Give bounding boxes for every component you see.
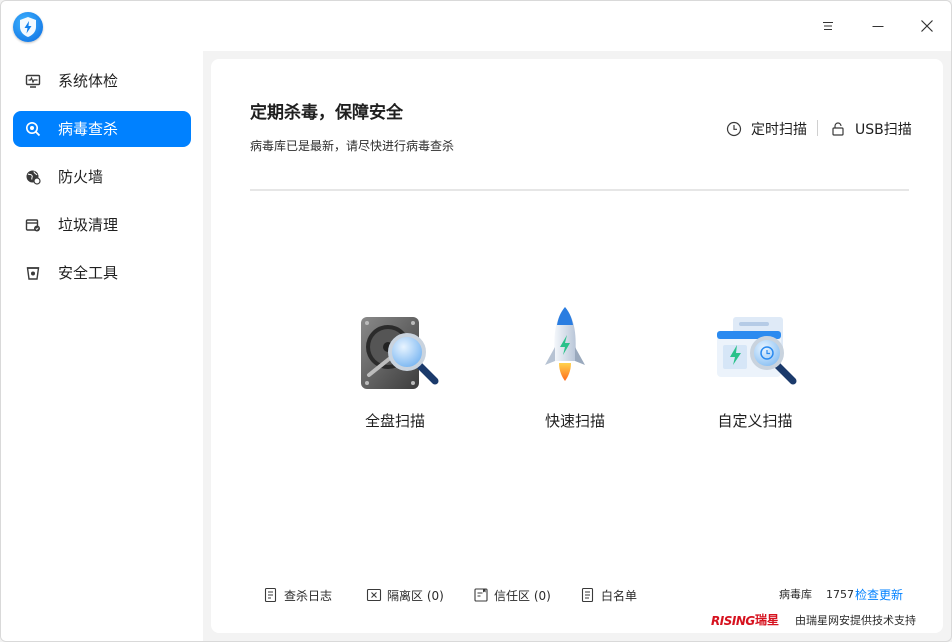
quarantine-label: 隔离区 (0) <box>387 588 444 603</box>
usb-scan-label: USB扫描 <box>855 122 912 138</box>
virus-db-info: 病毒库 1757 <box>779 587 854 603</box>
custom-scan-button[interactable]: 自定义扫描 <box>685 305 825 435</box>
action-divider <box>817 120 818 136</box>
whitelist-link[interactable]: 白名单 <box>580 585 637 605</box>
whitelist-icon <box>580 587 596 603</box>
custom-scan-label: 自定义扫描 <box>717 412 793 430</box>
sidebar-item-label: 安全工具 <box>58 264 119 282</box>
window-magnifier-icon <box>715 305 799 395</box>
trust-zone-link[interactable]: 信任区 (0) <box>473 585 551 605</box>
toolbox-icon <box>25 265 41 281</box>
minimize-icon[interactable] <box>863 11 893 41</box>
sidebar-item-security-tools[interactable]: 安全工具 <box>13 255 191 291</box>
full-scan-button[interactable]: 全盘扫描 <box>325 305 465 435</box>
shield-lightning-icon <box>13 12 43 42</box>
check-update-link[interactable]: 检查更新 <box>855 586 903 604</box>
cleanup-icon <box>25 217 41 233</box>
usb-scan-button[interactable]: USB扫描 <box>830 119 912 139</box>
sidebar-item-firewall[interactable]: 防火墙 <box>13 159 191 195</box>
rising-logo-cn: 瑞星 <box>755 613 780 627</box>
sidebar-item-cleanup[interactable]: 垃圾清理 <box>13 207 191 243</box>
scheduled-scan-button[interactable]: 定时扫描 <box>726 119 807 139</box>
firewall-globe-icon <box>25 169 41 185</box>
full-scan-label: 全盘扫描 <box>364 412 425 430</box>
rocket-icon <box>535 305 619 395</box>
quick-scan-button[interactable]: 快速扫描 <box>505 305 645 435</box>
sidebar-item-label: 防火墙 <box>58 168 104 186</box>
virus-scan-icon <box>25 121 41 137</box>
close-icon[interactable] <box>912 11 942 41</box>
header-divider <box>250 189 909 191</box>
title-bar <box>1 1 951 51</box>
page-title: 定期杀毒，保障安全 <box>250 103 403 123</box>
sidebar-item-label: 垃圾清理 <box>58 216 119 234</box>
log-icon <box>263 587 279 603</box>
sidebar-item-label: 系统体检 <box>58 72 119 90</box>
trust-icon <box>473 587 489 603</box>
scan-log-label: 查杀日志 <box>284 588 333 603</box>
whitelist-label: 白名单 <box>601 588 638 603</box>
hard-disk-magnifier-icon <box>355 305 439 395</box>
app-window: 系统体检 病毒查杀 防火墙 垃圾清理 安全工具 定期杀毒，保障安全 病毒库已是最… <box>0 0 952 642</box>
quick-scan-label: 快速扫描 <box>544 412 605 430</box>
sidebar-item-label: 病毒查杀 <box>58 120 119 138</box>
virus-db-version: 1757 <box>826 588 854 601</box>
rising-logo: RISING <box>711 614 755 628</box>
scheduled-scan-label: 定时扫描 <box>751 122 807 138</box>
scan-log-link[interactable]: 查杀日志 <box>263 585 332 605</box>
tech-support-text: 由瑞星网安提供技术支持 <box>795 614 916 627</box>
virus-db-label: 病毒库 <box>779 588 812 601</box>
sidebar-item-system-check[interactable]: 系统体检 <box>13 63 191 99</box>
main-panel: 定期杀毒，保障安全 病毒库已是最新，请尽快进行病毒查杀 定时扫描 USB扫描 全… <box>211 59 943 633</box>
sidebar-item-virus-scan[interactable]: 病毒查杀 <box>13 111 191 147</box>
trust-zone-label: 信任区 (0) <box>494 588 551 603</box>
page-subtitle: 病毒库已是最新，请尽快进行病毒查杀 <box>250 139 455 153</box>
quarantine-icon <box>366 587 382 603</box>
quarantine-link[interactable]: 隔离区 (0) <box>366 585 444 605</box>
lock-icon <box>830 121 846 137</box>
hamburger-icon[interactable] <box>813 11 843 41</box>
clock-icon <box>726 121 742 137</box>
monitor-pulse-icon <box>25 73 41 89</box>
sidebar: 系统体检 病毒查杀 防火墙 垃圾清理 安全工具 <box>1 51 203 641</box>
